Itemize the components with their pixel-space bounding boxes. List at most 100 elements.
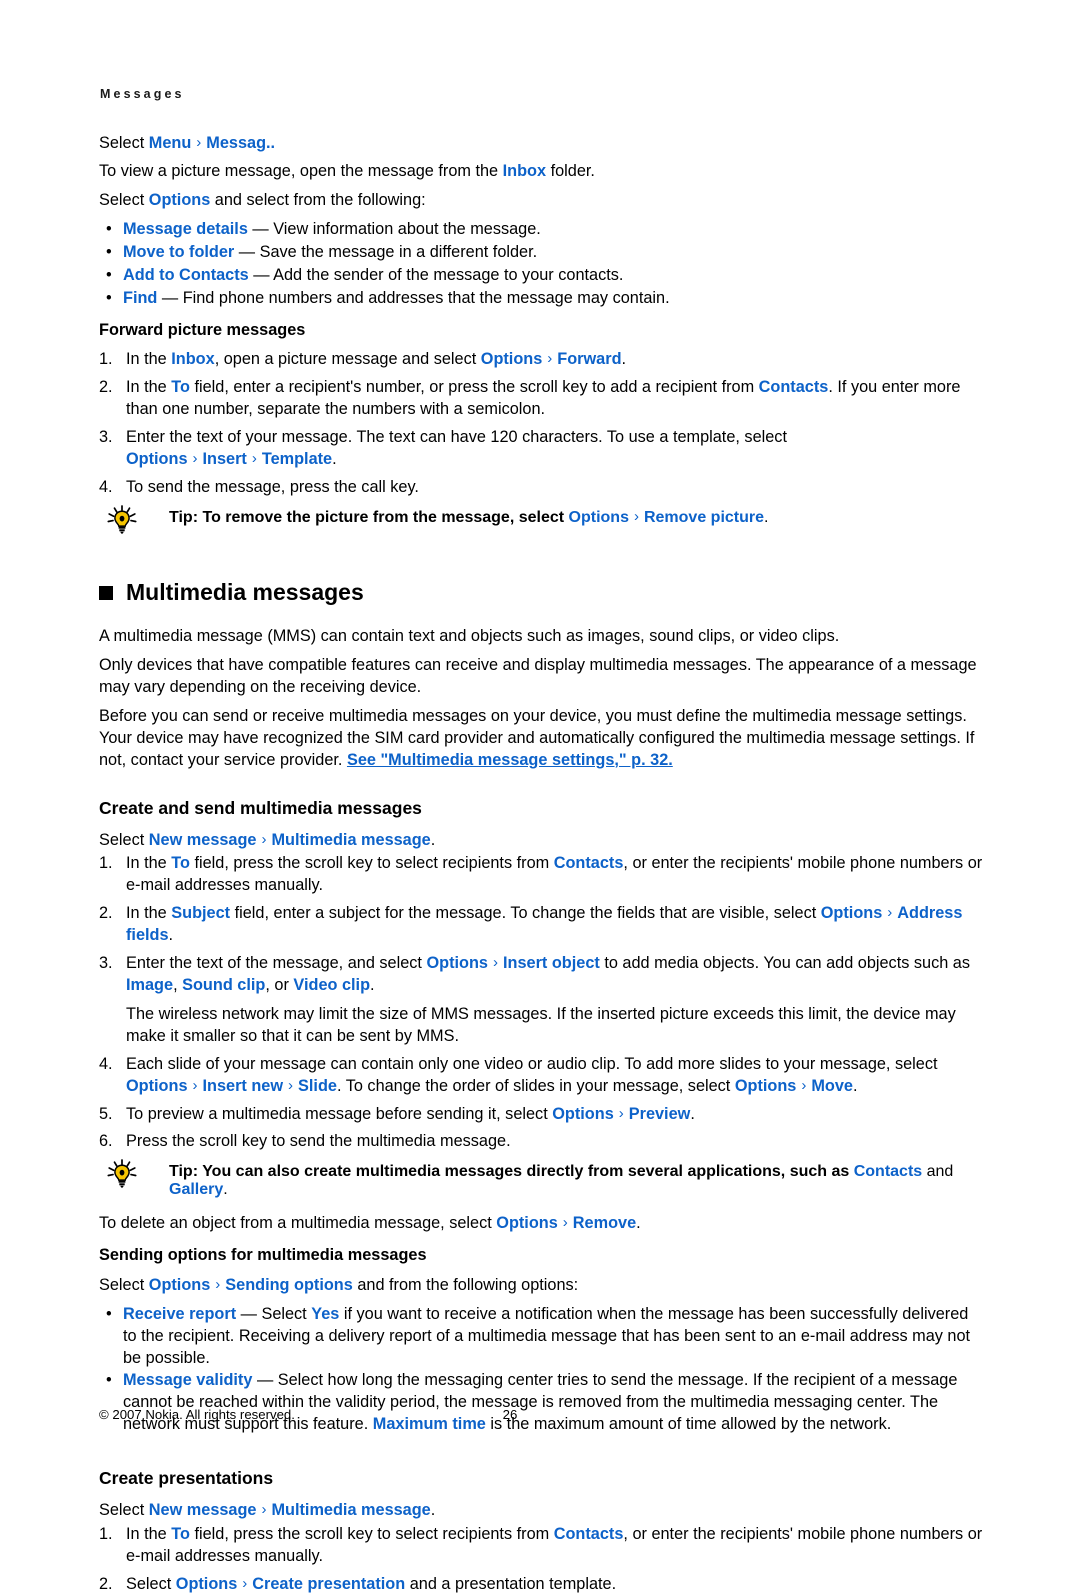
link-options[interactable]: Options (569, 509, 629, 526)
tip-create-from-apps: Tip: You can also create multimedia mess… (99, 1159, 985, 1199)
link-image[interactable]: Image (126, 976, 173, 994)
link-options[interactable]: Options (149, 191, 211, 209)
link-video-clip[interactable]: Video clip (293, 976, 370, 994)
link-insert[interactable]: Insert (203, 450, 247, 468)
link-receive-report[interactable]: Receive report (123, 1305, 236, 1323)
link-options[interactable]: Options (552, 1105, 614, 1123)
heading-create-presentations: Create presentations (99, 1468, 274, 1489)
link-menu[interactable]: Menu (149, 134, 192, 152)
list-item: • Receive report — Select Yes if you want… (99, 1304, 985, 1370)
sending-options-select-path: Select Options › Sending options and from … (99, 1275, 985, 1297)
link-to-field[interactable]: To (171, 1525, 190, 1543)
link-to-field[interactable]: To (171, 854, 190, 872)
link-sound-clip[interactable]: Sound clip (182, 976, 265, 994)
list-item: • Message details — View information abou… (99, 219, 985, 241)
text-fragment: and (922, 1163, 954, 1181)
link-preview[interactable]: Preview (629, 1105, 691, 1123)
link-sending-options[interactable]: Sending options (225, 1276, 353, 1294)
step-number: 2. (99, 904, 113, 923)
text-fragment: Press the scroll key to send the multime… (126, 1132, 511, 1151)
presentations-steps-list: 1. In the To field, press the scroll key … (99, 1524, 985, 1596)
text-fragment: and select from the following: (210, 191, 426, 210)
text-fragment: . (430, 1501, 436, 1520)
page-content: Select Menu › Messag.. To view a picture m… (99, 133, 985, 1596)
tip-text: Tip: To remove the picture from the mess… (169, 507, 768, 527)
link-inbox[interactable]: Inbox (503, 162, 546, 180)
link-forward[interactable]: Forward (557, 350, 621, 368)
presentations-select-path: Select New message › Multimedia message. (99, 1500, 985, 1522)
bullet-icon: • (106, 220, 112, 239)
list-item: 4. To send the message, press the call ke… (99, 477, 985, 499)
link-insert-object[interactable]: Insert object (503, 954, 600, 972)
link-options[interactable]: Options (126, 450, 188, 468)
chevron-icon: › (192, 450, 198, 468)
link-new-message[interactable]: New message (149, 831, 257, 849)
text-fragment: . (370, 976, 375, 994)
link-gallery[interactable]: Gallery (169, 1181, 223, 1198)
link-options[interactable]: Options (149, 1276, 211, 1294)
link-multimedia-message[interactable]: Multimedia message (271, 831, 430, 849)
option-term[interactable]: Move to folder (123, 243, 234, 261)
running-head: Messages (100, 87, 185, 101)
link-options[interactable]: Options (176, 1575, 238, 1593)
option-term[interactable]: Add to Contacts (123, 266, 249, 284)
link-contacts[interactable]: Contacts (554, 1525, 624, 1543)
link-contacts[interactable]: Contacts (759, 378, 829, 396)
link-options[interactable]: Options (426, 954, 488, 972)
option-term[interactable]: Message details (123, 220, 248, 238)
option-desc: — Add the sender of the message to your … (248, 266, 624, 285)
link-insert-new[interactable]: Insert new (203, 1077, 284, 1095)
link-remove-picture[interactable]: Remove picture (644, 509, 764, 526)
step-number: 4. (99, 1054, 113, 1073)
link-options[interactable]: Options (735, 1077, 797, 1095)
text-fragment: , open a picture message and select (214, 350, 481, 369)
text-fragment: To send the message, press the call key. (126, 477, 419, 496)
link-create-presentation[interactable]: Create presentation (252, 1575, 405, 1593)
link-remove[interactable]: Remove (573, 1214, 636, 1232)
text-fragment: Select (126, 1574, 176, 1593)
intro-view-picture: To view a picture message, open the mess… (99, 161, 985, 183)
link-message-validity[interactable]: Message validity (123, 1371, 252, 1389)
text-fragment: In the (126, 904, 172, 923)
link-contacts[interactable]: Contacts (854, 1163, 922, 1180)
text-fragment: — Select (236, 1304, 312, 1323)
link-options[interactable]: Options (126, 1077, 188, 1095)
heading-forward-picture-messages: Forward picture messages (99, 320, 306, 339)
text-fragment: In the (126, 1525, 172, 1544)
link-messaging[interactable]: Messag.. (206, 134, 275, 152)
text-fragment: Select (99, 1275, 149, 1294)
link-options[interactable]: Options (821, 904, 883, 922)
link-template[interactable]: Template (262, 450, 332, 468)
heading-create-and-send: Create and send multimedia messages (99, 797, 422, 818)
list-item: 3. Enter the text of your message. The te… (99, 427, 985, 471)
link-move[interactable]: Move (811, 1077, 853, 1095)
list-item: • Message validity — Select how long the … (99, 1370, 985, 1436)
chevron-icon: › (633, 507, 639, 525)
link-multimedia-message[interactable]: Multimedia message (271, 1501, 430, 1519)
text-fragment: Select (99, 191, 149, 210)
text-fragment: field, enter a subject for the message. … (230, 904, 821, 923)
mm-paragraph-1: A multimedia message (MMS) can contain t… (99, 627, 840, 646)
link-slide[interactable]: Slide (298, 1077, 337, 1095)
link-to-field[interactable]: To (171, 378, 190, 396)
link-multimedia-message-settings[interactable]: See "Multimedia message settings," p. 32… (347, 751, 673, 769)
chevron-icon: › (288, 1076, 294, 1094)
link-options[interactable]: Options (496, 1214, 558, 1232)
chevron-icon: › (196, 133, 202, 151)
heading-sending-options: Sending options for multimedia messages (99, 1246, 427, 1265)
link-options[interactable]: Options (481, 350, 543, 368)
text-fragment: field, press the scroll key to select re… (189, 854, 554, 873)
text-fragment: . (621, 350, 627, 369)
link-new-message[interactable]: New message (149, 1501, 257, 1519)
step-number: 3. (99, 954, 113, 973)
step-number: 6. (99, 1132, 113, 1151)
link-subject-field[interactable]: Subject (171, 904, 230, 922)
option-term[interactable]: Find (123, 289, 157, 307)
options-bullet-list: • Message details — View information abou… (99, 219, 985, 310)
option-desc: — View information about the message. (247, 220, 541, 239)
link-contacts[interactable]: Contacts (554, 854, 624, 872)
bullet-icon: • (106, 288, 112, 307)
link-yes[interactable]: Yes (311, 1305, 339, 1323)
text-fragment: In the (126, 378, 172, 397)
link-inbox[interactable]: Inbox (171, 350, 214, 368)
